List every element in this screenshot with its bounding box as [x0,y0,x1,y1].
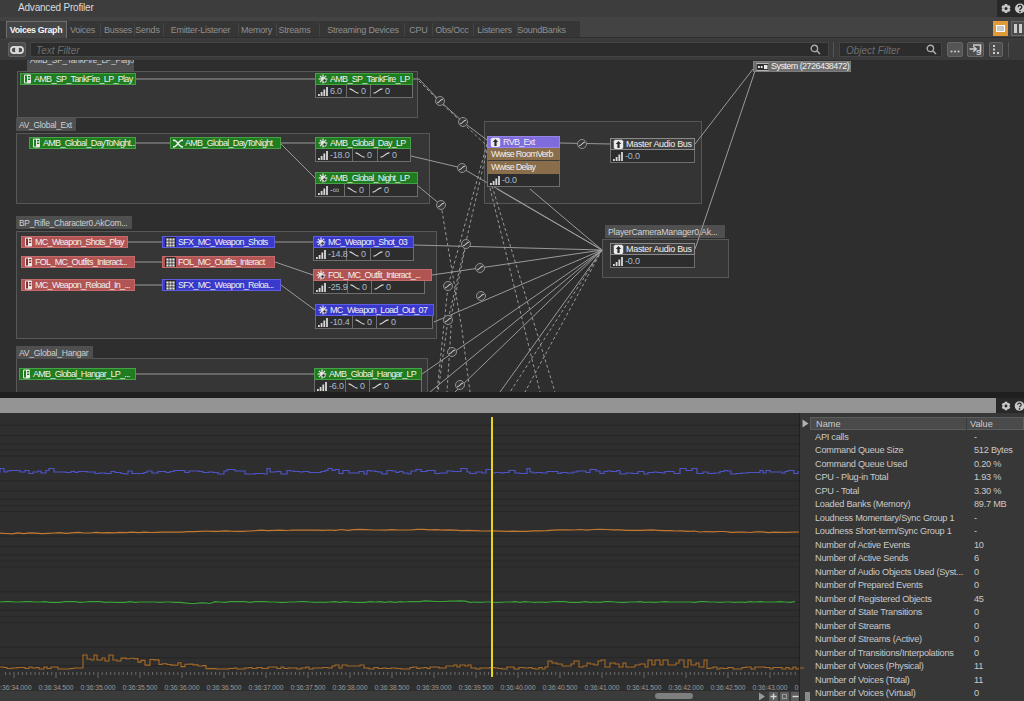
svg-text:0:36:35.000: 0:36:35.000 [81,684,116,691]
svg-text:0:36:39.000: 0:36:39.000 [417,684,452,691]
svg-text:0:36:43.500: 0:36:43.500 [795,684,810,691]
svg-text:0:36:36.500: 0:36:36.500 [207,684,242,691]
svg-text:0:36:37.500: 0:36:37.500 [291,684,326,691]
svg-text:0:36:40.000: 0:36:40.000 [501,684,536,691]
svg-text:0:36:42.000: 0:36:42.000 [669,684,704,691]
svg-text:0:36:43.000: 0:36:43.000 [753,684,788,691]
svg-text:0:36:36.000: 0:36:36.000 [165,684,200,691]
svg-text:0:36:40.500: 0:36:40.500 [543,684,578,691]
svg-text:0:36:34.500: 0:36:34.500 [39,684,74,691]
svg-text:0:36:39.500: 0:36:39.500 [459,684,494,691]
svg-text:0:36:38.000: 0:36:38.000 [333,684,368,691]
svg-text:0:36:35.500: 0:36:35.500 [123,684,158,691]
svg-text:0:36:42.500: 0:36:42.500 [711,684,746,691]
svg-text:0:36:37.000: 0:36:37.000 [249,684,284,691]
svg-text:0:36:34.000: 0:36:34.000 [0,684,32,691]
svg-text:0:36:38.500: 0:36:38.500 [375,684,410,691]
svg-text:0:36:41.500: 0:36:41.500 [627,684,662,691]
svg-text:0:36:41.000: 0:36:41.000 [585,684,620,691]
